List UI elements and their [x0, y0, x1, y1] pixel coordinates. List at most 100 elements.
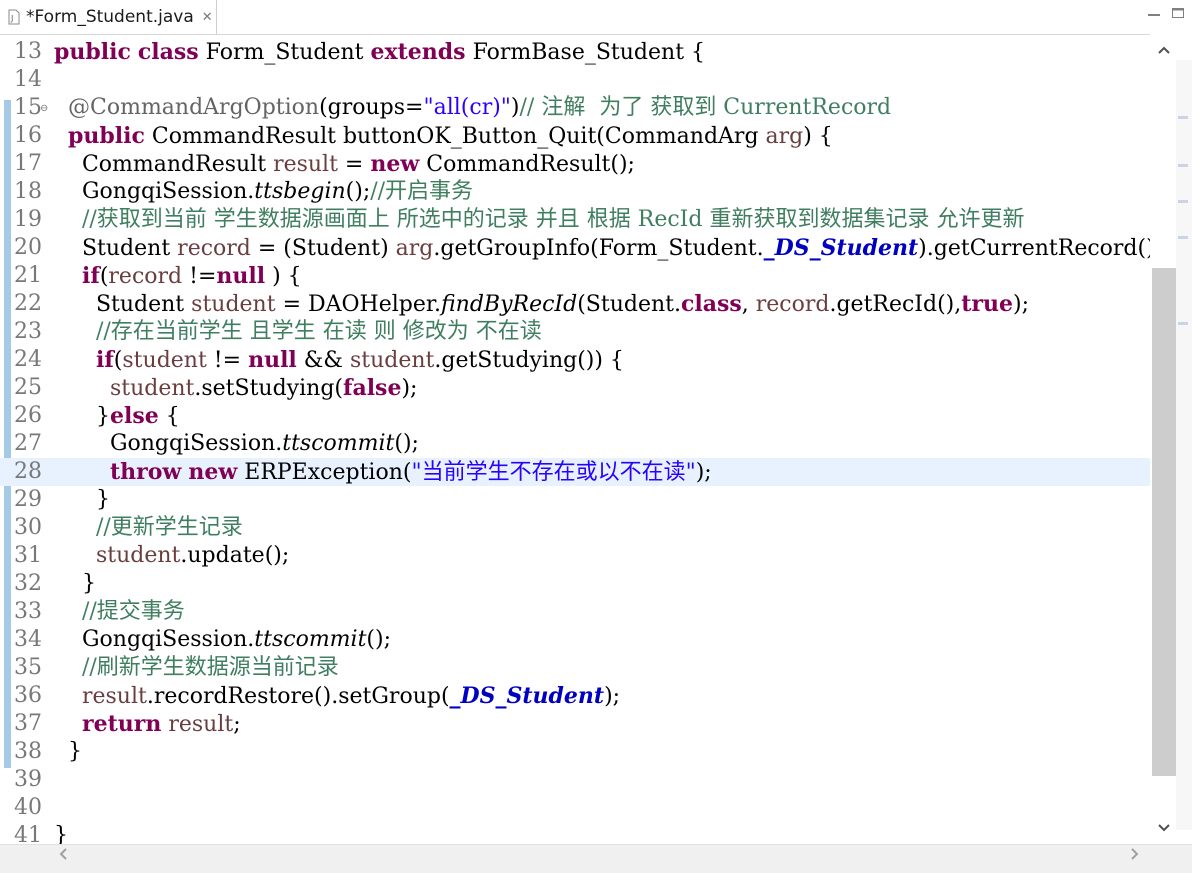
code-line[interactable]: 20 Student record = (Student) arg.getGro… [0, 234, 1150, 262]
code-line[interactable]: 37 return result; [0, 710, 1150, 738]
code-token: new [370, 151, 420, 177]
vertical-scroll-thumb[interactable] [1152, 268, 1176, 776]
line-number: 21 [14, 263, 42, 288]
scroll-right-icon[interactable] [1130, 846, 1140, 865]
code-text: Student student = DAOHelper.findByRecId(… [54, 290, 1029, 319]
ruler-mark [1178, 116, 1188, 119]
code-token: } [54, 487, 110, 512]
horizontal-scrollbar[interactable] [0, 844, 1192, 873]
line-number: 37 [14, 711, 42, 736]
editor-tab-bar: J *Form_Student.java ✕ [0, 0, 1192, 35]
code-line[interactable]: 23 //存在当前学生 且学生 在读 则 修改为 不在读 [0, 318, 1150, 346]
code-line[interactable]: 24 if(student != null && student.getStud… [0, 346, 1150, 374]
tab-form-student[interactable]: J *Form_Student.java ✕ [0, 0, 217, 34]
code-token: student [109, 376, 195, 401]
line-number: 26 [14, 403, 42, 428]
code-line[interactable]: 38 } [0, 738, 1150, 766]
code-line[interactable]: 30 //更新学生记录 [0, 514, 1150, 542]
code-line[interactable]: 34 GongqiSession.ttscommit(); [0, 626, 1150, 654]
minimize-icon[interactable] [1146, 5, 1162, 21]
code-line[interactable]: 27 GongqiSession.ttscommit(); [0, 430, 1150, 458]
code-token: = (Student) [250, 236, 396, 261]
line-number: 16 [14, 123, 42, 148]
fold-toggle-icon[interactable]: ⊖ [40, 95, 48, 123]
code-line[interactable]: 15 ⊖ @CommandArgOption(groups="all(cr)")/… [0, 94, 1150, 122]
code-token: return [81, 711, 162, 737]
code-editor[interactable]: 13 public class Form_Student extends Form… [0, 38, 1150, 844]
code-text: //更新学生记录 [54, 514, 243, 542]
scroll-down-icon[interactable] [1155, 818, 1173, 837]
code-token: != [206, 348, 249, 373]
code-token: } [54, 739, 82, 764]
line-number: 31 [14, 543, 42, 568]
ruler-mark [1178, 200, 1188, 203]
code-token: result [168, 712, 234, 737]
close-tab-icon[interactable]: ✕ [202, 10, 213, 25]
code-token: ); [1013, 292, 1029, 317]
code-text: CommandResult result = new CommandResult… [54, 150, 635, 179]
code-token: class [137, 39, 199, 65]
code-line[interactable]: 41} [0, 822, 1150, 844]
code-line[interactable]: 26 }else { [0, 402, 1150, 430]
code-token: CommandResult [54, 152, 274, 177]
line-number: 41 [14, 823, 42, 844]
code-text: result.recordRestore().setGroup(_DS_Stud… [54, 682, 620, 711]
code-text: GongqiSession.ttscommit(); [54, 430, 419, 458]
code-token: record [755, 292, 830, 317]
line-number: 25 [14, 375, 42, 400]
code-line[interactable]: 39 [0, 766, 1150, 794]
code-token: student [122, 348, 207, 373]
code-token: arg [765, 124, 804, 149]
code-token: GongqiSession. [54, 431, 283, 456]
code-line[interactable]: 21 if(record !=null ) { [0, 262, 1150, 290]
ruler-mark [1178, 164, 1188, 167]
code-line[interactable]: 14 [0, 66, 1150, 94]
code-token: _DS_Student [763, 235, 919, 261]
code-text: student.update(); [54, 542, 289, 570]
code-token: ) [510, 95, 520, 120]
scroll-left-icon[interactable] [58, 846, 68, 865]
code-line[interactable]: 18 GongqiSession.ttsbegin();//开启事务 [0, 178, 1150, 206]
line-number: 34 [14, 627, 42, 652]
code-line[interactable]: 13 public class Form_Student extends Form… [0, 38, 1150, 66]
code-line[interactable]: 16 public CommandResult buttonOK_Button_… [0, 122, 1150, 150]
code-line[interactable]: 40 [0, 794, 1150, 822]
code-line[interactable]: 28 throw new ERPException("当前学生不存在或以不在读"… [0, 458, 1150, 486]
code-token: record [177, 236, 251, 261]
code-token: //刷新学生数据源当前记录 [81, 655, 339, 680]
overview-ruler[interactable] [1176, 60, 1192, 830]
code-text: } [54, 486, 110, 514]
line-number: 15 [14, 95, 42, 120]
code-line[interactable]: 17 CommandResult result = new CommandRes… [0, 150, 1150, 178]
svg-text:J: J [10, 14, 13, 23]
code-line[interactable]: 31 student.update(); [0, 542, 1150, 570]
maximize-icon[interactable] [1170, 5, 1186, 21]
code-line[interactable]: 33 //提交事务 [0, 598, 1150, 626]
code-token: true [961, 291, 1013, 317]
code-line[interactable]: 35 //刷新学生数据源当前记录 [0, 654, 1150, 682]
line-number: 33 [14, 599, 42, 624]
code-line[interactable]: 29 } [0, 486, 1150, 514]
code-token: //更新学生记录 [95, 515, 243, 540]
code-token: null [216, 263, 266, 289]
line-number: 35 [14, 655, 42, 680]
line-number: 40 [14, 795, 42, 820]
code-line[interactable]: 22 Student student = DAOHelper.findByRec… [0, 290, 1150, 318]
code-token: ; [233, 712, 241, 737]
code-line[interactable]: 36 result.recordRestore().setGroup(_DS_S… [0, 682, 1150, 710]
code-line[interactable]: 19 //获取到当前 学生数据源画面上 所选中的记录 并且 根据 RecId 重… [0, 206, 1150, 234]
code-line[interactable]: 32 } [0, 570, 1150, 598]
code-token: throw [109, 459, 182, 485]
code-token: // 注解 为了 获取到 CurrentRecord [519, 95, 892, 120]
line-number: 18 [14, 179, 42, 204]
line-number: 27 [14, 431, 42, 456]
scroll-up-icon[interactable] [1155, 40, 1173, 59]
code-line[interactable]: 25 student.setStudying(false); [0, 374, 1150, 402]
code-token: new [188, 459, 238, 485]
code-token: //存在当前学生 且学生 在读 则 修改为 不在读 [95, 319, 542, 344]
